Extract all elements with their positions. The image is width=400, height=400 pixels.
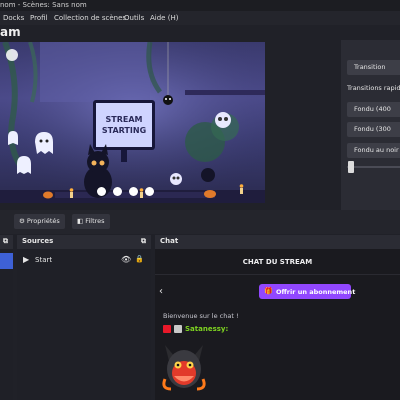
quick-transitions-label: Transitions rapides: [347, 84, 400, 92]
scene-transitions-panel: Transition Transitions rapides Fondu (40…: [341, 40, 400, 210]
filters-button[interactable]: ◧ Filtres: [72, 214, 110, 229]
loading-dot: [129, 187, 138, 196]
undock-icon[interactable]: ⧉: [3, 237, 8, 246]
chat-dock: CHAT DU STREAM ‹ 🎁 Offrir un abonnement …: [155, 249, 400, 400]
chat-welcome-message: Bienvenue sur le chat !: [163, 312, 239, 320]
menu-scene-collection[interactable]: Collection de scènes: [54, 14, 126, 22]
back-chevron-icon[interactable]: ‹: [159, 286, 163, 297]
scenes-dock-header: ⧉: [0, 235, 13, 249]
chat-dock-header: Chat: [155, 235, 400, 249]
window-title: nom - Scènes: Sans nom: [0, 1, 87, 9]
transition-slider-handle[interactable]: [348, 161, 354, 173]
bot-badge-icon: [174, 325, 182, 333]
chat-dock-title: Chat: [160, 237, 179, 245]
sources-title: Sources: [22, 237, 54, 245]
menu-outils[interactable]: Outils: [124, 14, 144, 22]
menu-aide[interactable]: Aide (H): [150, 14, 178, 22]
source-toolbar: ⚙ Propriétés ◧ Filtres: [0, 210, 400, 234]
preview-canvas[interactable]: STREAM STARTING: [0, 42, 265, 203]
menu-profil[interactable]: Profil: [30, 14, 47, 22]
play-icon: ▶: [23, 255, 30, 264]
sign-text-line1: STREAM: [106, 115, 143, 124]
studio-mode-title: am: [0, 25, 21, 39]
stream-starting-scene: STREAM STARTING: [0, 42, 265, 203]
gift-icon: 🎁: [264, 287, 273, 295]
sources-undock-icon[interactable]: ⧉: [141, 237, 146, 246]
fade-to-black-button[interactable]: Fondu au noir: [347, 143, 400, 158]
sign-text-line2: STARTING: [102, 126, 146, 135]
chat-username: Satanessy:: [185, 325, 229, 333]
properties-button[interactable]: ⚙ Propriétés: [14, 214, 65, 229]
eye-icon[interactable]: 👁: [121, 255, 131, 264]
gear-icon: ⚙: [19, 217, 27, 225]
chat-header-title: CHAT DU STREAM: [242, 258, 313, 266]
gift-subscription-label: Offrir un abonnement: [276, 288, 356, 296]
menu-bar: Docks Profil Collection de scènes Outils…: [0, 11, 400, 25]
transition-slider-track[interactable]: [347, 166, 400, 168]
filters-icon: ◧: [77, 217, 86, 225]
properties-label: Propriétés: [26, 217, 60, 225]
sources-dock-header: Sources ⧉: [17, 235, 151, 249]
loading-dot: [113, 187, 122, 196]
source-item-name: Start: [35, 256, 53, 264]
sources-dock: ▶ Start 👁 🔒: [17, 249, 151, 400]
lock-icon[interactable]: 🔒: [135, 255, 144, 263]
gift-subscription-button[interactable]: 🎁 Offrir un abonnement: [259, 284, 355, 299]
menu-docks[interactable]: Docks: [3, 14, 24, 22]
selected-scene[interactable]: [0, 253, 13, 269]
chat-message: Satanessy:: [163, 325, 283, 335]
loading-dots: [97, 187, 159, 197]
loading-dot: [145, 187, 154, 196]
bat-emote-icon: [162, 345, 206, 391]
transition-button[interactable]: Transition: [347, 60, 400, 75]
chat-header: CHAT DU STREAM: [155, 249, 400, 275]
filters-label: Filtres: [85, 217, 105, 225]
title-bar: nom - Scènes: Sans nom: [0, 0, 400, 11]
loading-dot: [97, 187, 106, 196]
fade-300-button[interactable]: Fondu (300: [347, 122, 400, 137]
fade-400-button[interactable]: Fondu (400: [347, 102, 400, 117]
scenes-dock: [0, 249, 13, 400]
broadcaster-badge-icon: [163, 325, 171, 333]
source-item[interactable]: ▶ Start 👁 🔒: [17, 254, 151, 266]
